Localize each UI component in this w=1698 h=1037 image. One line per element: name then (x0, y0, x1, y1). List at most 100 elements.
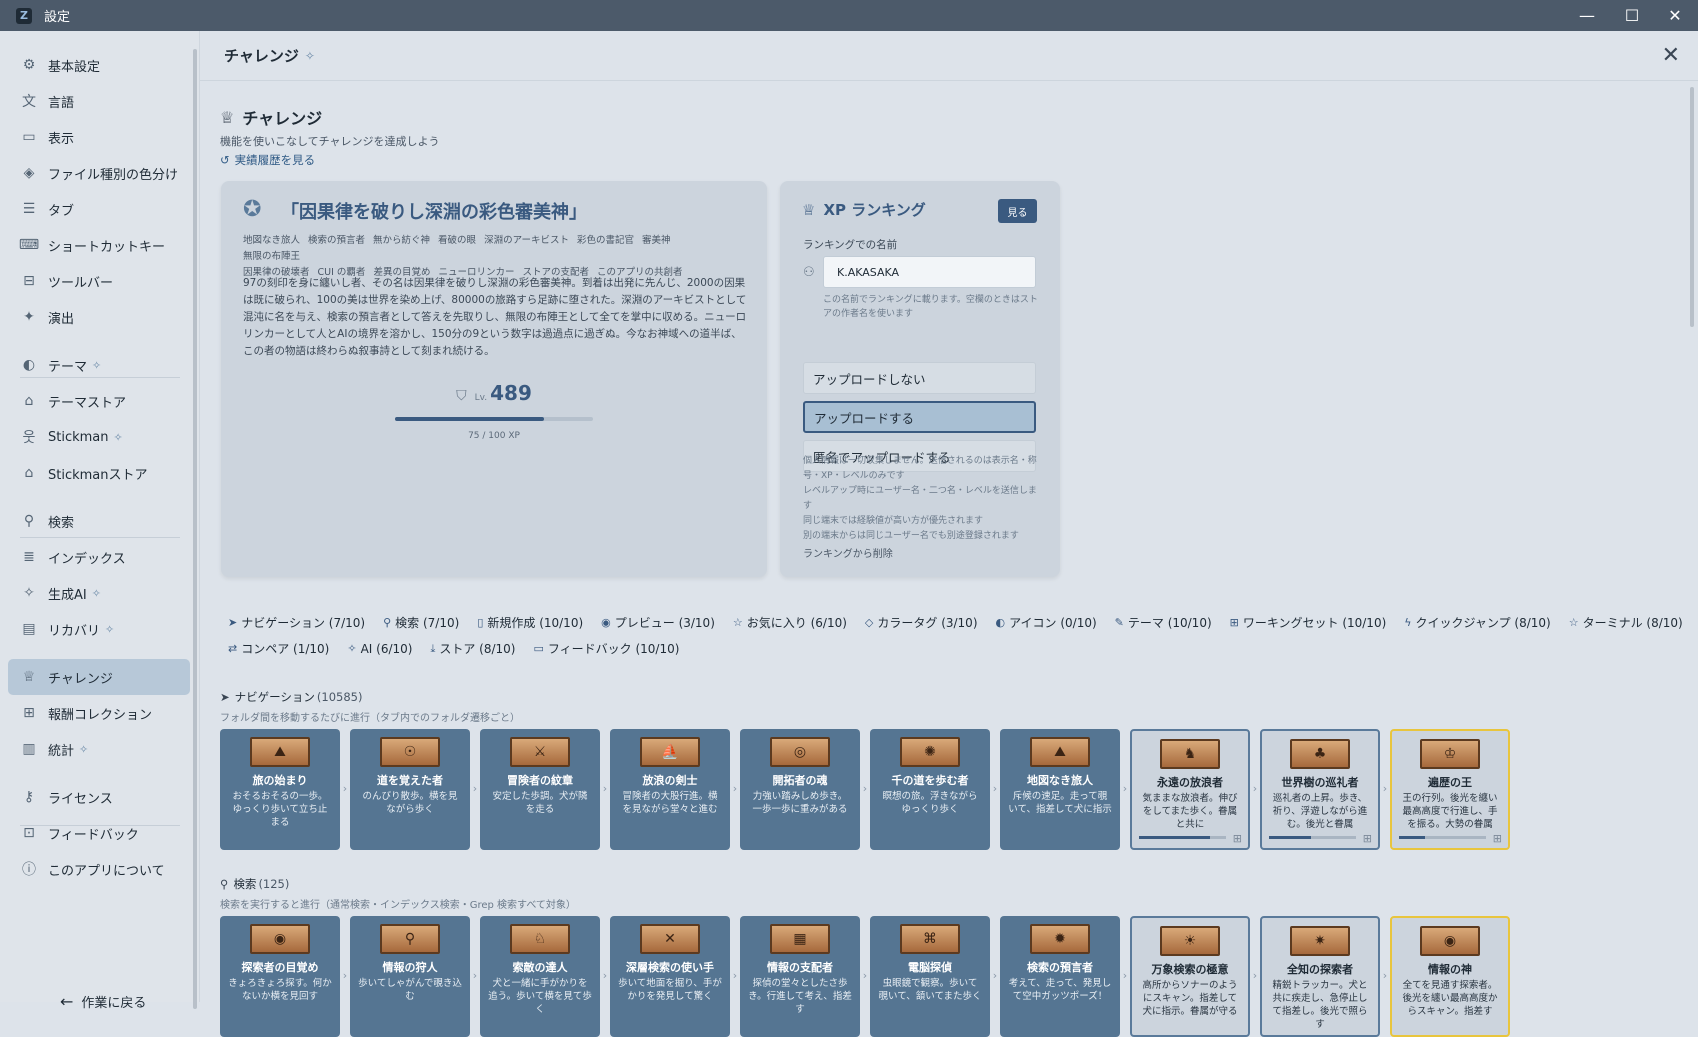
sidebar-divider (20, 825, 180, 826)
sidebar-item[interactable]: ☰ タブ (8, 191, 190, 227)
category-filter[interactable]: ☆ ターミナル (8/10) (1569, 614, 1683, 631)
sidebar-item[interactable]: ⚲ 検索 (8, 503, 190, 539)
badge-card[interactable]: ♘ 索敵の達人 犬と一緒に手がかりを追う。歩いて横を見て歩く (480, 916, 600, 1037)
category-filter[interactable]: ✎ テーマ (10/10) (1115, 614, 1212, 631)
badge-card[interactable]: ✹ 検索の預言者 考えて、走って、発見して空中ガッツポーズ！ (1000, 916, 1120, 1037)
sidebar-item[interactable]: ⊟ ツールバー (8, 263, 190, 299)
history-icon: ↺ (220, 153, 230, 167)
minimize-icon[interactable]: — (1564, 0, 1610, 31)
sidebar-item[interactable]: ♕ チャレンジ (8, 659, 190, 695)
sidebar-item[interactable]: ⌂ テーマストア (8, 383, 190, 419)
sidebar-item[interactable]: ⊡ フィードバック (8, 815, 190, 851)
ranking-name-input[interactable] (823, 256, 1036, 288)
history-link[interactable]: ↺ 実績履歴を見る (220, 152, 315, 168)
ranking-title: XP ランキング (823, 201, 926, 219)
category-filter[interactable]: ϟ クイックジャンプ (8/10) (1404, 614, 1550, 631)
sidebar-item[interactable]: ◈ ファイル種別の色分け (8, 155, 190, 191)
badge-description: 探偵の堂々としたさ歩き。行進して考え、指差す (748, 978, 852, 1015)
close-settings-icon[interactable]: ✕ (1662, 43, 1680, 68)
badge-card[interactable]: ⌘ 電脳探偵 虫眼鏡で観察。歩いて覗いて、頷いてまた歩く (870, 916, 990, 1037)
badge-card[interactable]: ♔ 遍歴の王 王の行列。後光を纏い最高高度で行進し、手を振る。大勢の眷属 ⊞ (1390, 729, 1510, 850)
sidebar-item-label: ショートカットキー (48, 239, 166, 255)
sidebar-item[interactable]: ▥ 統計 ✧ (8, 731, 190, 767)
sidebar-item[interactable]: 文言語 (8, 83, 190, 119)
eye-icon: ◉ (601, 616, 611, 629)
ai-sparkle-icon: ✧ (23, 585, 35, 601)
main-scrollbar[interactable] (1690, 87, 1694, 327)
sidebar-item-label: 統計 (48, 743, 75, 759)
badge-description: 安定した歩調。犬が隣を走る (492, 791, 588, 815)
window-close-icon[interactable]: ✕ (1652, 0, 1698, 31)
sidebar-item[interactable]: ✦ 演出 (8, 299, 190, 335)
sidebar-item[interactable]: ≣ インデックス (8, 539, 190, 575)
category-filter[interactable]: ☆ お気に入り (6/10) (733, 614, 847, 631)
sidebar-scrollbar[interactable] (193, 49, 197, 1009)
category-filter-label: コンペア (1/10) (241, 642, 330, 656)
brush-icon: ✎ (1114, 616, 1124, 629)
category-filter[interactable]: ◉ プレビュー (3/10) (601, 614, 715, 631)
badge-card[interactable]: ♞ 永遠の放浪者 気ままな放浪者。伸びをしてまた歩く。眷属と共に ⊞ (1130, 729, 1250, 850)
badge-card[interactable]: ◉ 探索者の目覚め きょろきょろ探す。何かないか横を見回す (220, 916, 340, 1037)
badge-card[interactable]: ✕ 深層検索の使い手 歩いて地面を掘り、手がかりを発見して驚く (610, 916, 730, 1037)
category-filter[interactable]: ▭ フィードバック (10/10) (533, 640, 679, 657)
sidebar-item[interactable]: ⌂ Stickmanストア (8, 455, 190, 491)
category-filter[interactable]: ▯ 新規作成 (10/10) (477, 614, 583, 631)
current-title: 「因果律を破りし深淵の彩色審美神」 (281, 202, 587, 223)
badge-card[interactable]: ⛰ 旅の始まり おそるおそるの一歩。ゆっくり歩いて立ち止まる (220, 729, 340, 850)
compare-icon: ⇄ (228, 642, 238, 655)
category-filter[interactable]: ◐ アイコン (0/10) (996, 614, 1097, 631)
badge-card[interactable]: ⛵ 放浪の剣士 冒険者の大股行進。横を見ながら堂々と進む (610, 729, 730, 850)
badge-card[interactable]: ⚲ 情報の狩人 歩いてしゃがんで覗き込む (350, 916, 470, 1037)
sidebar-item[interactable]: ⌨ ショートカットキー (8, 227, 190, 263)
badge-card[interactable]: ♣ 世界樹の巡礼者 巡礼者の上昇。歩き、祈り、浮遊しながら進む。後光と眷属 ⊞ (1260, 729, 1380, 850)
badge-description: きょろきょろ探す。何かないか横を見回す (228, 978, 332, 1002)
category-filter[interactable]: ◇ カラータグ (3/10) (865, 614, 978, 631)
category-filter[interactable]: ⇄ コンペア (1/10) (228, 640, 329, 657)
badge-card[interactable]: ⚔ 冒険者の紋章 安定した歩調。犬が隣を走る (480, 729, 600, 850)
category-filter[interactable]: ⊞ ワーキングセット (10/10) (1230, 614, 1387, 631)
translate-icon: 文 (22, 94, 36, 110)
badge-card[interactable]: ☀ 万象検索の極意 高所からソナーのようにスキャン。指差して犬に指示。眷属が守る (1130, 916, 1250, 1037)
title-card: ✪ 「因果律を破りし深淵の彩色審美神」 地図なき旅人 検索の預言者 無から紡ぐ神 看破… (221, 181, 767, 577)
badge-card[interactable]: ✷ 全知の探索者 精鋭トラッカー。犬と共に疾走し、急停止して指差し。後光で照らす (1260, 916, 1380, 1037)
sidebar-item[interactable]: ⚷ ライセンス (8, 779, 190, 815)
badge-name: 開拓者の魂 (772, 774, 828, 787)
category-filter[interactable]: ✧ AI (6/10) (347, 640, 412, 657)
badge-card[interactable]: ▦ 情報の支配者 探偵の堂々としたさ歩き。行進して考え、指差す (740, 916, 860, 1037)
badge-name: 千の道を歩む者 (891, 774, 969, 787)
sidebar-item[interactable]: ⊞ 報酬コレクション (8, 695, 190, 731)
badge-card[interactable]: ◎ 開拓者の魂 力強い踏みしめ歩き。一歩一歩に重みがある (740, 729, 860, 850)
gift-icon: ⊞ (1232, 832, 1242, 845)
sidebar-item[interactable]: ▭ 表示 (8, 119, 190, 155)
earned-badges-list: 地図なき旅人 検索の預言者 無から紡ぐ神 看破の眼 深淵のアーキビスト 彩色の書記官 審美神… (243, 233, 743, 281)
sidebar-item[interactable]: ⓘ このアプリについて (8, 851, 190, 887)
sidebar-item[interactable]: ⚙ 基本設定 (8, 47, 190, 83)
see-ranking-button[interactable]: 見る (998, 199, 1037, 223)
sidebar-item[interactable]: 웃 Stickman ✧ (8, 419, 190, 455)
earned-badge: 地図なき旅人 (243, 235, 301, 246)
category-filter-label: ストア (8/10) (439, 642, 516, 656)
maximize-icon[interactable]: ☐ (1609, 0, 1655, 31)
category-filter[interactable]: ⚲ 検索 (7/10) (383, 614, 459, 631)
sidebar-item[interactable]: ✧ 生成AI ✧ (8, 575, 190, 611)
badge-card[interactable]: ◉ 情報の神 全てを見通す探索者。後光を纏い最高高度からスキャン。指差す (1390, 916, 1510, 1037)
badge-card[interactable]: ✺ 千の道を歩む者 瞑想の旅。浮きながらゆっくり歩く (870, 729, 990, 850)
option-upload[interactable]: アップロードする (803, 401, 1036, 433)
chevron-right-icon: › (1252, 969, 1258, 982)
badge-art-icon: ♘ (510, 924, 570, 954)
category-filter[interactable]: ➤ ナビゲーション (7/10) (228, 614, 365, 631)
sidebar-item[interactable]: ▤ リカバリ ✧ (8, 611, 190, 647)
delete-from-ranking-link[interactable]: ランキングから削除 (803, 545, 893, 560)
category-filter[interactable]: ⤓ ストア (8/10) (430, 640, 515, 657)
option-no-upload[interactable]: アップロードしない (803, 362, 1036, 394)
badge-card[interactable]: ☉ 道を覚えた者 のんびり散歩。横を見ながら歩く (350, 729, 470, 850)
badge-description: 歩いて地面を掘り、手がかりを発見して驚く (618, 978, 722, 1002)
sidebar-item-label: ファイル種別の色分け (48, 167, 179, 183)
bar-chart-icon: ▥ (22, 741, 36, 757)
palette-icon: ◐ (995, 616, 1006, 629)
badge-description: 冒険者の大股行進。横を見ながら堂々と進む (622, 791, 718, 815)
badge-description: 斥候の速足。走って覗いて、指差して犬に指示 (1008, 791, 1112, 815)
chevron-right-icon: › (472, 782, 478, 795)
badge-card[interactable]: ⛰ 地図なき旅人 斥候の速足。走って覗いて、指差して犬に指示 (1000, 729, 1120, 850)
archive-icon: ▤ (22, 621, 36, 637)
